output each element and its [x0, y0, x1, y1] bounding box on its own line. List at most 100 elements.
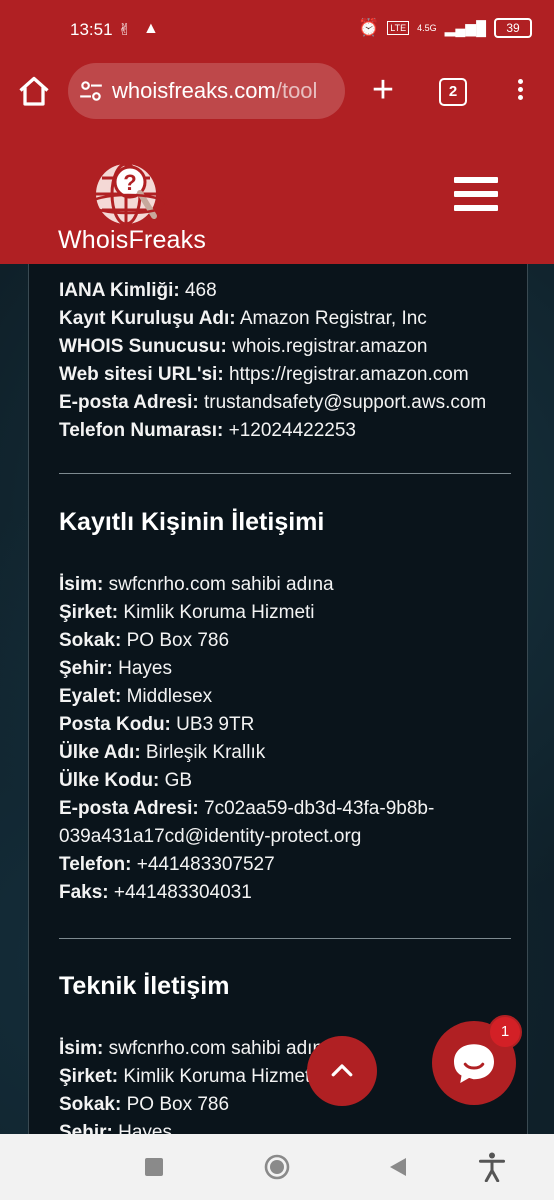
contact-row: Sokak: PO Box 786	[59, 1094, 229, 1116]
row-value: Amazon Registrar, Inc	[239, 308, 427, 329]
registrar-row: Kayıt Kuruluşu Adı: Amazon Registrar, In…	[59, 308, 427, 330]
row-label: Sokak:	[59, 1094, 122, 1115]
registrar-row: Web sitesi URL'si: https://registrar.ama…	[59, 364, 469, 386]
row-label: Web sitesi URL'si:	[59, 364, 224, 385]
chevron-up-icon	[331, 1064, 353, 1077]
volte-icon: LTE	[387, 21, 410, 35]
row-label: Kayıt Kuruluşu Adı:	[59, 308, 236, 329]
triangle-back-icon	[390, 1158, 406, 1176]
row-label: WHOIS Sunucusu:	[59, 336, 227, 357]
tab-count: 2	[448, 83, 458, 100]
whois-card: IANA Kimliği: 468 Kayıt Kuruluşu Adı: Am…	[28, 264, 528, 1134]
url-field[interactable]: whoisfreaks.com/tool	[68, 63, 345, 119]
row-value: 039a431a17cd@identity-protect.org	[59, 826, 362, 847]
registrar-row: IANA Kimliği: 468	[59, 280, 217, 302]
chat-icon	[454, 1044, 494, 1083]
row-value: Birleşik Krallık	[145, 742, 266, 763]
contact-row: Faks: +441483304031	[59, 882, 252, 904]
row-value: Hayes	[118, 1122, 172, 1134]
row-label: Telefon Numarası:	[59, 420, 224, 441]
tabs-button[interactable]: 2	[439, 78, 467, 106]
row-value: Kimlik Koruma Hizmeti	[123, 1066, 315, 1087]
row-label: Şehir:	[59, 1122, 113, 1134]
contact-row: İsim: swfcnrho.com sahibi adına	[59, 1038, 334, 1060]
row-value: +12024422253	[228, 420, 356, 441]
row-value: GB	[164, 770, 193, 791]
contact-row: Ülke Adı: Birleşik Krallık	[59, 742, 265, 764]
row-value: swfcnrho.com sahibi adına	[108, 1038, 334, 1059]
row-label: Şehir:	[59, 658, 113, 679]
back-button[interactable]	[388, 1156, 408, 1183]
row-label: İsim:	[59, 1038, 104, 1059]
contact-row: Sokak: PO Box 786	[59, 630, 229, 652]
row-value: +441483307527	[136, 854, 275, 875]
row-value: 468	[184, 280, 217, 301]
url-host: whoisfreaks.com	[112, 78, 276, 103]
contact-row: Eyalet: Middlesex	[59, 686, 212, 708]
status-time: 13:51	[70, 20, 113, 39]
row-label: IANA Kimliği:	[59, 280, 180, 301]
home-button[interactable]	[16, 74, 52, 110]
alarm-icon: ⏰	[358, 18, 380, 37]
registrant-contact-title: Kayıtlı Kişinin İletişimi	[59, 508, 325, 536]
logo-text[interactable]: WhoisFreaks	[58, 226, 206, 255]
section-divider	[59, 473, 511, 474]
gesture-icon: ✌	[118, 22, 132, 39]
row-label: Faks:	[59, 882, 109, 903]
contact-row: Şehir: Hayes	[59, 658, 172, 680]
row-label: Şirket:	[59, 1066, 119, 1087]
row-label: Ülke Kodu:	[59, 770, 160, 791]
section-divider	[59, 938, 511, 939]
status-bar: 13:51 ✌ ▲ ⏰ LTE 4.5G ▂▄▆█ 39	[0, 0, 554, 60]
row-label: Şirket:	[59, 602, 119, 623]
technical-contact-title: Teknik İletişim	[59, 972, 230, 1000]
plus-icon: +	[371, 69, 395, 111]
tune-icon[interactable]	[78, 78, 104, 104]
row-label: Ülke Adı:	[59, 742, 141, 763]
browser-toolbar: whoisfreaks.com/tool + 2	[0, 60, 554, 130]
row-label: Telefon:	[59, 854, 132, 875]
row-value: UB3 9TR	[176, 714, 255, 735]
url-path: /tool	[275, 78, 318, 103]
row-value: +441483304031	[113, 882, 252, 903]
battery-level: 39	[506, 21, 520, 35]
contact-row-continued: 039a431a17cd@identity-protect.org	[59, 826, 361, 848]
nav-home-button[interactable]	[264, 1154, 290, 1185]
contact-row: Şehir: Hayes	[59, 1122, 172, 1134]
svg-text:?: ?	[123, 170, 136, 195]
recents-button[interactable]	[145, 1158, 163, 1181]
battery-icon: 39	[494, 18, 532, 38]
contact-row: Telefon: +441483307527	[59, 854, 275, 876]
logo-globe-icon[interactable]: ?	[88, 156, 168, 236]
contact-row: Şirket: Kimlik Koruma Hizmeti	[59, 1066, 315, 1088]
warning-icon: ▲	[143, 20, 159, 37]
row-value: trustandsafety@support.aws.com	[204, 392, 487, 413]
signal-label: 4.5G	[417, 23, 437, 33]
contact-row: Şirket: Kimlik Koruma Hizmeti	[59, 602, 315, 624]
system-nav-bar	[0, 1134, 554, 1200]
row-value: https://registrar.amazon.com	[228, 364, 469, 385]
row-value: Middlesex	[126, 686, 213, 707]
row-value: PO Box 786	[126, 630, 230, 651]
row-label: E-posta Adresi:	[59, 392, 199, 413]
registrar-row: Telefon Numarası: +12024422253	[59, 420, 356, 442]
row-label: Posta Kodu:	[59, 714, 171, 735]
circle-icon	[264, 1154, 290, 1180]
row-value: Hayes	[118, 658, 172, 679]
contact-row: Ülke Kodu: GB	[59, 770, 192, 792]
row-value: PO Box 786	[126, 1094, 230, 1115]
more-vert-icon[interactable]	[510, 76, 530, 106]
scroll-top-button[interactable]	[307, 1036, 377, 1106]
row-value: swfcnrho.com sahibi adına	[108, 574, 334, 595]
registrar-row: E-posta Adresi: trustandsafety@support.a…	[59, 392, 486, 414]
accessibility-button[interactable]	[478, 1152, 506, 1187]
row-label: E-posta Adresi:	[59, 798, 199, 819]
row-label: Sokak:	[59, 630, 122, 651]
row-value: 7c02aa59-db3d-43fa-9b8b-	[204, 798, 435, 819]
hamburger-icon[interactable]	[454, 177, 498, 217]
content-area: IANA Kimliği: 468 Kayıt Kuruluşu Adı: Am…	[0, 264, 554, 1134]
contact-row: İsim: swfcnrho.com sahibi adına	[59, 574, 334, 596]
new-tab-button[interactable]: +	[366, 70, 400, 110]
accessibility-icon	[478, 1152, 506, 1183]
contact-row: E-posta Adresi: 7c02aa59-db3d-43fa-9b8b-	[59, 798, 434, 820]
